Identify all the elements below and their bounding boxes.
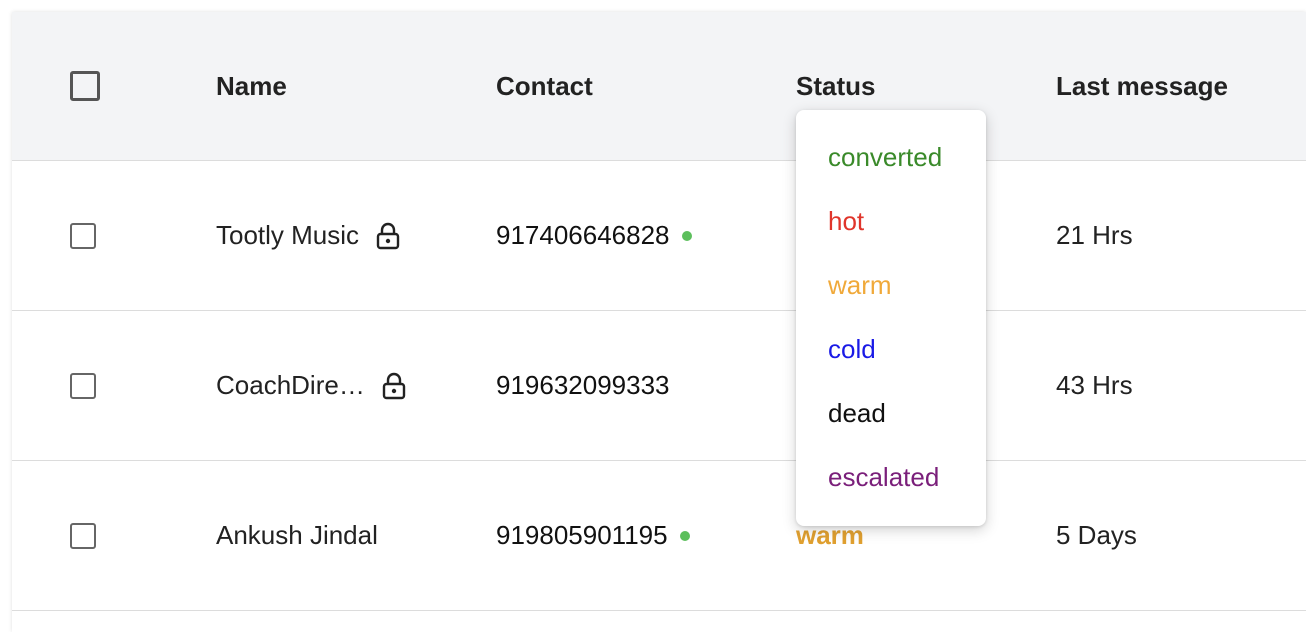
row-checkbox[interactable]	[70, 522, 96, 549]
contact-cell: 917406646828	[496, 161, 692, 310]
row-checkbox[interactable]	[70, 222, 96, 249]
leads-table: Name Contact Status Last message Tootly …	[12, 12, 1306, 632]
column-header-contact[interactable]: Contact	[496, 12, 593, 160]
status-option-hot[interactable]: hot	[828, 201, 864, 241]
row-checkbox[interactable]	[70, 372, 96, 399]
online-status-dot	[679, 530, 690, 541]
select-all-checkbox[interactable]	[70, 71, 100, 101]
contact-number[interactable]: 917406646828	[496, 220, 670, 251]
lock-icon	[376, 222, 400, 249]
status-option-cold[interactable]: cold	[828, 329, 876, 369]
status-option-escalated[interactable]: escalated	[828, 457, 939, 497]
contact-cell: 919805901195	[496, 461, 690, 610]
status-dropdown-menu: converted hot warm cold dead escalated	[796, 110, 986, 526]
table-row[interactable]: Ankush Jindal 919805901195 warm 5 Days	[12, 461, 1306, 611]
row-checkbox-cell	[70, 161, 96, 310]
name-cell: CoachDire…	[216, 311, 407, 460]
column-header-last-message[interactable]: Last message	[1056, 12, 1228, 160]
contact-name[interactable]: Tootly Music	[216, 220, 359, 251]
status-option-converted[interactable]: converted	[828, 137, 942, 177]
row-checkbox-cell	[70, 311, 96, 460]
contact-name[interactable]: CoachDire…	[216, 370, 365, 401]
contact-number[interactable]: 919632099333	[496, 370, 670, 401]
name-cell: Tootly Music	[216, 161, 401, 310]
contact-cell: 919632099333	[496, 311, 670, 460]
name-cell: Ankush Jindal	[216, 461, 378, 610]
last-message-cell: 21 Hrs	[1056, 220, 1133, 250]
status-option-dead[interactable]: dead	[828, 393, 886, 433]
column-header-name[interactable]: Name	[216, 12, 287, 160]
last-message-cell: 5 Days	[1056, 520, 1137, 550]
online-status-dot	[681, 230, 692, 241]
table-row[interactable]: CoachDire… 919632099333 43 Hrs	[12, 311, 1306, 461]
row-checkbox-cell	[70, 461, 96, 610]
contact-number[interactable]: 919805901195	[496, 520, 668, 551]
table-header: Name Contact Status Last message	[12, 12, 1306, 161]
last-message-cell: 43 Hrs	[1056, 370, 1133, 400]
contact-name[interactable]: Ankush Jindal	[216, 520, 378, 551]
header-checkbox-cell	[70, 12, 100, 160]
table-row[interactable]: Tootly Music 917406646828 21 Hrs	[12, 161, 1306, 311]
lock-icon	[382, 372, 406, 399]
status-option-warm[interactable]: warm	[828, 265, 892, 305]
